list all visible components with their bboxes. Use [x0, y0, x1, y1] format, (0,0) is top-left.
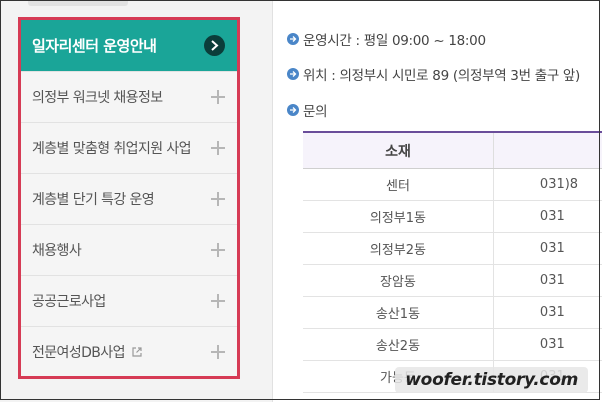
- sidebar-item-women-db[interactable]: 전문여성DB사업: [21, 326, 237, 377]
- sidebar-item-worknet-jobs[interactable]: 의정부 워크넷 채용정보: [21, 71, 237, 122]
- arrow-bullet-icon: [287, 68, 299, 80]
- table-row: 센터 031)8: [303, 168, 602, 201]
- chevron-right-icon: [204, 35, 225, 56]
- sidebar-item-recruitment-events[interactable]: 채용행사: [21, 224, 237, 275]
- operating-hours-text: 운영시간 : 평일 09:00 ~ 18:00: [303, 33, 486, 49]
- table-cell: 송산2동: [303, 328, 494, 361]
- column-header-phone: [493, 131, 602, 169]
- sidebar-item-label: 공공근로사업: [32, 294, 106, 310]
- table-row: 송산1동 031: [303, 296, 602, 329]
- table-cell: 센터: [303, 168, 494, 201]
- sidebar-item-public-works[interactable]: 공공근로사업: [21, 275, 237, 326]
- sidebar-item-label: 채용행사: [32, 243, 82, 259]
- operating-hours: 운영시간 : 평일 09:00 ~ 18:00: [287, 29, 486, 49]
- plus-icon: [211, 90, 225, 104]
- plus-icon: [211, 141, 225, 155]
- external-link-icon: [132, 347, 142, 357]
- inquiry: 문의: [287, 100, 328, 120]
- table-cell: 장암동: [303, 264, 494, 297]
- plus-icon: [211, 192, 225, 206]
- plus-icon: [211, 294, 225, 308]
- table-cell: 의정부1동: [303, 200, 494, 233]
- inquiry-text: 문의: [303, 104, 328, 120]
- table-row: 송산2동 031: [303, 328, 602, 361]
- table-cell: 031: [493, 296, 602, 329]
- sidebar-item-label: 계층별 맞춤형 취업지원 사업: [32, 141, 192, 157]
- table-cell: 031: [493, 232, 602, 265]
- plus-icon: [211, 243, 225, 257]
- sidebar-item-custom-employment-support[interactable]: 계층별 맞춤형 취업지원 사업: [21, 122, 237, 173]
- plus-icon: [211, 345, 225, 359]
- top-tab-stub: [28, 0, 128, 6]
- sidebar-item-label: 전문여성DB사업: [32, 345, 125, 361]
- table-cell: 031)8: [493, 168, 602, 201]
- location-text: 위치 : 의정부시 시민로 89 (의정부역 3번 출구 앞): [303, 68, 581, 84]
- watermark: woofer.tistory.com: [395, 367, 588, 393]
- column-header-location: 소재: [303, 131, 494, 169]
- table-cell: 송산1동: [303, 296, 494, 329]
- table-row: 의정부1동 031: [303, 200, 602, 233]
- table-cell: 의정부2동: [303, 232, 494, 265]
- sidebar-menu: 일자리센터 운영안내 의정부 워크넷 채용정보 계층별 맞춤형 취업지원 사업 …: [18, 17, 240, 379]
- column-divider: [272, 0, 273, 402]
- sidebar-item-label: 의정부 워크넷 채용정보: [32, 90, 163, 106]
- table-row: 장암동 031: [303, 264, 602, 297]
- table-cell: 031: [493, 264, 602, 297]
- sidebar-item-job-center-info[interactable]: 일자리센터 운영안내: [21, 20, 237, 71]
- sidebar-item-short-term-lectures[interactable]: 계층별 단기 특강 운영: [21, 173, 237, 224]
- sidebar-item-label: 계층별 단기 특강 운영: [32, 192, 155, 208]
- sidebar-item-label: 일자리센터 운영안내: [32, 37, 157, 55]
- arrow-bullet-icon: [287, 33, 299, 45]
- table-row: 의정부2동 031: [303, 232, 602, 265]
- arrow-bullet-icon: [287, 104, 299, 116]
- table-cell: 031: [493, 328, 602, 361]
- table-header-row: 소재: [303, 131, 602, 169]
- location: 위치 : 의정부시 시민로 89 (의정부역 3번 출구 앞): [287, 64, 580, 84]
- contact-table-container: 소재 센터 031)8 의정부1동 031 의정부2동 031 장암동 031 송산1동…: [303, 131, 602, 402]
- contact-table: 소재 센터 031)8 의정부1동 031 의정부2동 031 장암동 031 송산1동…: [303, 131, 602, 393]
- table-cell: 031: [493, 200, 602, 233]
